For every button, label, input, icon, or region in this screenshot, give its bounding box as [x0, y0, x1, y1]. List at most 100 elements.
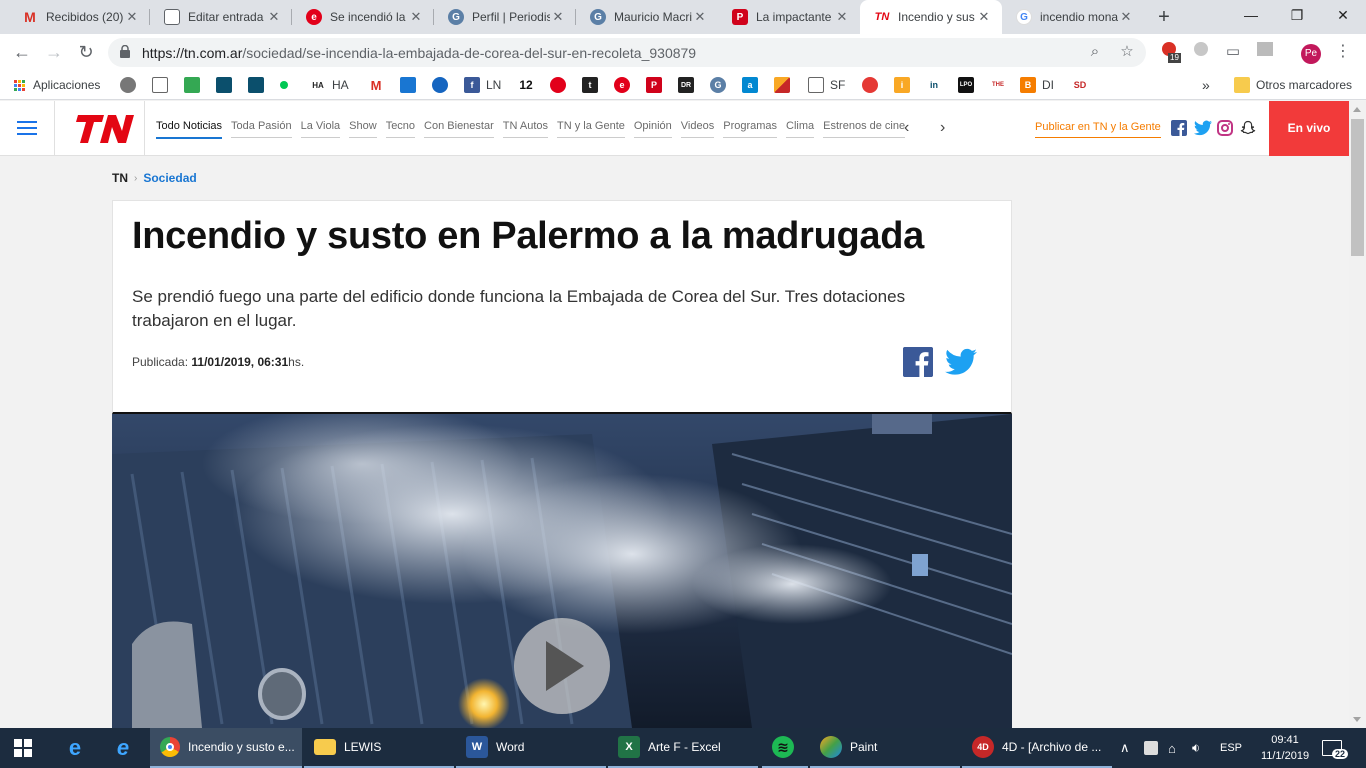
nav-todo-noticias[interactable]: Todo Noticias [152, 101, 226, 156]
tab-clarin[interactable]: e Se incendió la ✕ [292, 0, 434, 34]
extension-m-icon[interactable] [1190, 41, 1212, 63]
close-icon[interactable]: ✕ [692, 9, 708, 25]
volume-icon[interactable]: 🔉︎ [1192, 728, 1200, 768]
nav-clima[interactable]: Clima [782, 101, 818, 156]
snapchat-icon[interactable] [1240, 120, 1256, 136]
bookmark-icon-9[interactable] [432, 76, 454, 94]
bookmark-icon-5[interactable] [248, 76, 270, 94]
tab-la-impactante[interactable]: P La impactante ✕ [718, 0, 860, 34]
play-button[interactable] [514, 618, 610, 714]
bookmark-icon-dr[interactable]: DR [678, 76, 700, 94]
bookmarks-overflow-icon[interactable]: » [1202, 76, 1210, 94]
page-scrollbar[interactable] [1349, 101, 1366, 728]
nav-next-arrow-icon[interactable]: › [940, 119, 945, 137]
scroll-down-arrow-icon[interactable] [1353, 717, 1361, 722]
taskbar-word[interactable]: W Word [456, 728, 606, 768]
bookmark-other[interactable]: Otros marcadores [1234, 76, 1352, 94]
nav-programas[interactable]: Programas [719, 101, 781, 156]
bookmark-icon-g[interactable]: G [710, 76, 732, 94]
nav-tn-y-la-gente[interactable]: TN y la Gente [553, 101, 629, 156]
tab-gmail[interactable]: M Recibidos (20) ✕ [8, 0, 150, 34]
restore-button[interactable]: ❐ [1274, 0, 1320, 30]
action-center-button[interactable]: 22 [1322, 728, 1358, 768]
publicar-link[interactable]: Publicar en TN y la Gente [1035, 121, 1161, 138]
bookmark-icon-6[interactable] [280, 76, 294, 94]
language-indicator[interactable]: ESP [1220, 728, 1242, 768]
ie-button[interactable]: e [104, 728, 142, 768]
bookmark-star-icon[interactable]: ☆ [1116, 41, 1138, 63]
close-icon[interactable]: ✕ [408, 9, 424, 25]
tab-incendio-active[interactable]: TN Incendio y sus ✕ [860, 0, 1002, 34]
close-window-button[interactable]: ✕ [1320, 0, 1366, 30]
tray-chevron-up-icon[interactable]: ∧ [1120, 728, 1130, 768]
instagram-icon[interactable] [1217, 120, 1233, 136]
bookmark-icon-lpo[interactable]: LPO [958, 76, 980, 94]
address-bar[interactable]: https://tn.com.ar/sociedad/se-incendia-l… [108, 38, 1146, 67]
close-icon[interactable]: ✕ [834, 9, 850, 25]
taskbar-excel[interactable]: X Arte F - Excel [608, 728, 758, 768]
share-facebook-icon[interactable] [903, 347, 933, 377]
nav-toda-pasion[interactable]: Toda Pasión [227, 101, 296, 156]
bookmark-ha[interactable]: HA HA [310, 76, 348, 94]
hamburger-menu-icon[interactable] [17, 121, 37, 135]
scrollbar-thumb[interactable] [1351, 119, 1364, 256]
bookmark-icon-cr[interactable] [862, 76, 884, 94]
network-icon[interactable]: ⌂ [1168, 728, 1176, 768]
profile-avatar[interactable]: Pe [1300, 41, 1322, 64]
taskbar-paint[interactable]: Paint [810, 728, 960, 768]
bookmark-icon-i[interactable]: i [894, 76, 916, 94]
close-icon[interactable]: ✕ [976, 9, 992, 25]
clock[interactable]: 09:41 11/1/2019 [1252, 732, 1318, 764]
close-icon[interactable]: ✕ [124, 9, 140, 25]
edge-button[interactable]: e [56, 728, 94, 768]
start-button[interactable] [6, 728, 32, 768]
tab-google-search[interactable]: G incendio mona ✕ [1002, 0, 1144, 34]
extension-icon[interactable]: 19 [1158, 41, 1181, 63]
breadcrumb-section[interactable]: Sociedad [143, 171, 196, 185]
taskbar-4d[interactable]: 4D 4D - [Archivo de ... [962, 728, 1112, 768]
nav-prev-arrow-icon[interactable]: ‹ [904, 119, 909, 137]
close-icon[interactable]: ✕ [1118, 9, 1134, 25]
nav-estrenos-de-cine[interactable]: Estrenos de cine [819, 101, 909, 156]
taskbar-spotify[interactable]: ≋ [762, 728, 808, 768]
bookmark-icon-clarin[interactable]: e [614, 76, 636, 94]
nav-tecno[interactable]: Tecno [382, 101, 419, 156]
bookmark-icon-flag[interactable] [774, 76, 796, 94]
bookmark-sf[interactable]: SF [808, 76, 845, 94]
news-extension-icon[interactable] [1254, 41, 1276, 63]
minimize-button[interactable]: — [1228, 0, 1274, 30]
nav-con-bienestar[interactable]: Con Bienestar [420, 101, 498, 156]
reader-icon[interactable]: ▭ [1222, 41, 1244, 63]
nav-la-viola[interactable]: La Viola [297, 101, 345, 156]
en-vivo-button[interactable]: En vivo [1269, 101, 1349, 156]
close-icon[interactable]: ✕ [266, 9, 282, 25]
bookmark-icon-gmail[interactable]: M [368, 76, 390, 94]
bookmark-apps[interactable]: Aplicaciones [14, 76, 100, 94]
nav-videos[interactable]: Videos [677, 101, 718, 156]
new-tab-button[interactable]: + [1153, 6, 1175, 28]
share-twitter-icon[interactable] [945, 347, 977, 377]
back-button[interactable]: ← [10, 40, 34, 64]
breadcrumb-home[interactable]: TN [112, 171, 128, 185]
tab-mauricio-macri[interactable]: G Mauricio Macri ✕ [576, 0, 718, 34]
bookmark-icon-8[interactable] [400, 76, 422, 94]
tab-perfil[interactable]: G Perfil | Periodis ✕ [434, 0, 576, 34]
bookmark-icon-4[interactable] [216, 76, 238, 94]
bookmark-icon-sd[interactable]: SD [1072, 76, 1094, 94]
bookmark-icon-t[interactable]: t [582, 76, 604, 94]
bookmark-di[interactable]: B DI [1020, 76, 1054, 94]
bookmark-icon-p[interactable]: P [646, 76, 668, 94]
nav-show[interactable]: Show [345, 101, 381, 156]
nav-tn-autos[interactable]: TN Autos [499, 101, 552, 156]
close-icon[interactable]: ✕ [550, 9, 566, 25]
bookmark-icon-thenet[interactable]: THE [990, 76, 1012, 94]
bookmark-ln[interactable]: f LN [464, 76, 501, 94]
bookmark-icon-11[interactable] [550, 76, 572, 94]
bookmark-icon-1[interactable] [120, 76, 142, 94]
scroll-up-arrow-icon[interactable] [1353, 107, 1361, 112]
video-player[interactable] [112, 414, 1012, 728]
reload-button[interactable]: ↻ [74, 40, 98, 64]
forward-button[interactable]: → [42, 40, 66, 64]
bookmark-icon-a[interactable]: a [742, 76, 764, 94]
facebook-icon[interactable] [1171, 120, 1187, 136]
